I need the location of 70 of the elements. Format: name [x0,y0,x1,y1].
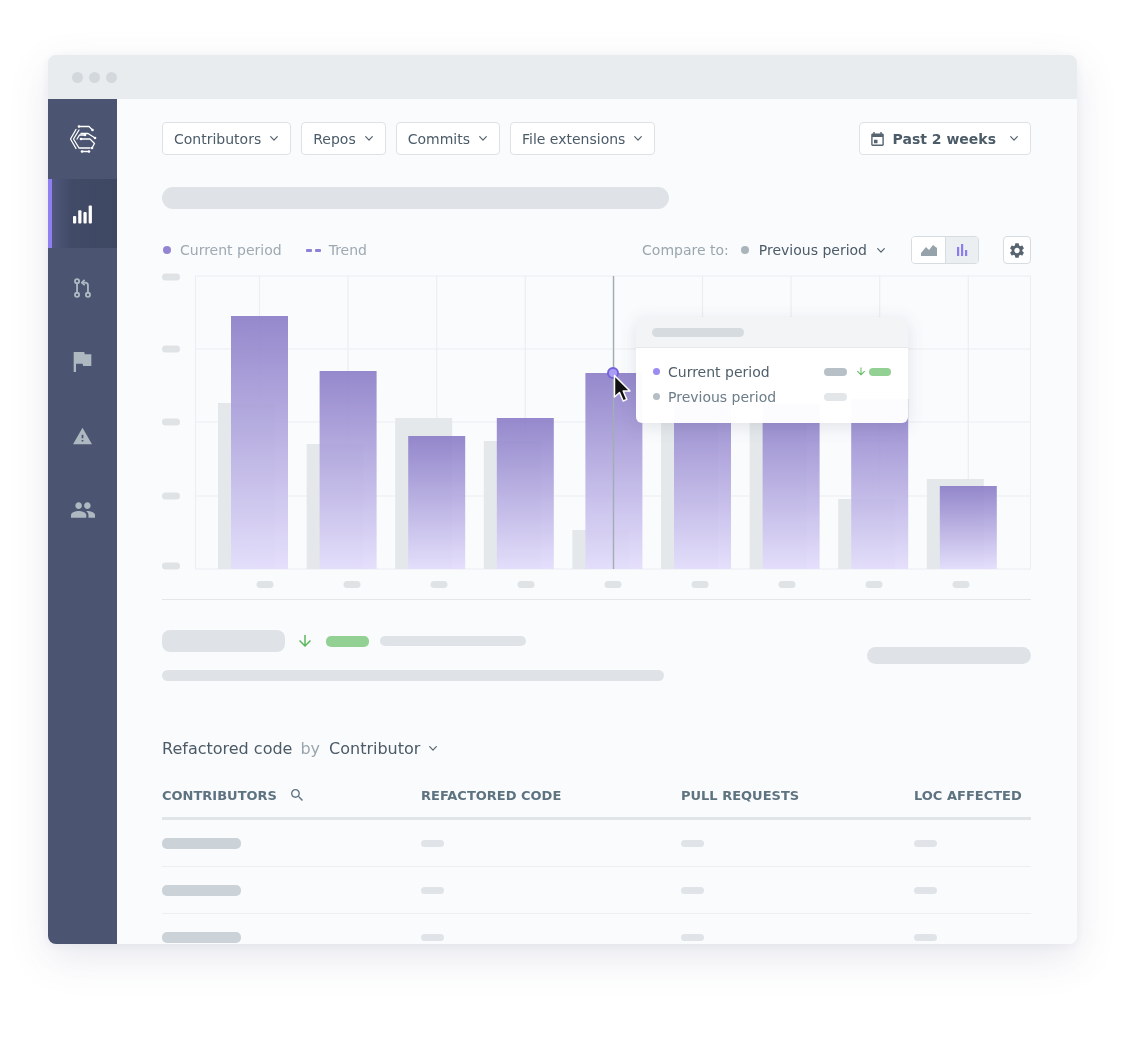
sidebar-item[interactable] [48,179,117,248]
compare-dropdown[interactable]: Previous period [758,242,885,258]
chevron-down-icon [364,136,373,141]
group-by-dropdown[interactable]: Contributor [329,738,438,758]
column-header: LOC AFFECTED [914,787,1022,803]
cell-placeholder [914,839,937,847]
axis-label-placeholder [865,581,883,588]
series-dot-icon [740,246,749,254]
legend-label: Trend [328,242,367,258]
change-placeholder [326,635,369,647]
legend-dot-icon [163,246,171,254]
cell-placeholder [421,839,444,847]
logo-icon [67,124,98,154]
cell-placeholder [681,933,704,941]
bar-chart-icon [954,244,970,256]
settings-icon [1010,242,1024,258]
column-header: REFACTORED CODE [421,787,562,803]
section-title: Refactored code [162,738,293,758]
axis-label-placeholder [256,581,274,588]
axis-label-placeholder [604,581,622,588]
axis-label-placeholder [162,418,180,426]
change-placeholder [869,367,891,376]
search-icon[interactable] [290,789,303,801]
chevron-down-icon [634,136,643,141]
pull-request-icon [73,277,92,298]
calendar-icon [870,131,884,146]
legend-dash-icon [305,248,321,252]
axis-label-placeholder [778,581,796,588]
filter-dropdown[interactable]: Contributors [162,122,292,155]
chevron-down-icon [429,745,438,751]
pointer-cursor-icon [613,374,632,403]
chevron-down-icon [1010,136,1018,141]
axis-label-placeholder [343,581,361,588]
data-point-icon [607,367,619,379]
axis-label-placeholder [162,562,180,570]
filter-dropdown[interactable]: Repos [301,122,386,155]
filter-dropdown[interactable]: Commits [395,122,500,155]
cell-placeholder [681,839,704,847]
cell-placeholder [914,933,937,941]
cell-placeholder [681,886,704,894]
compare-label: Compare to: [642,242,729,258]
chevron-down-icon [877,247,885,253]
axis-label-placeholder [691,581,709,588]
bar-chart-icon [73,203,92,224]
column-header: PULL REQUESTS [681,787,800,803]
chevron-down-icon [479,136,487,141]
tooltip-label: Previous period [668,388,777,405]
axis-label-placeholder [162,273,180,281]
filter-dropdown[interactable]: File extensions [510,122,656,155]
value-placeholder [824,367,847,376]
flag-icon [73,351,92,372]
cell-placeholder [421,933,444,941]
chevron-down-icon [270,136,279,141]
cell-placeholder [421,886,444,894]
people-icon [70,501,95,518]
cell-placeholder [914,886,937,894]
warning-icon [73,425,92,446]
axis-label-placeholder [162,345,180,353]
settings-button[interactable] [1003,236,1031,264]
area-chart-icon [920,244,937,256]
connector-text: by [300,738,321,758]
tooltip-label: Current period [668,363,770,380]
axis-label-placeholder [162,492,180,500]
view-toggle-button[interactable] [945,237,978,263]
date-range-dropdown[interactable]: Past 2 weeks [858,122,1031,155]
axis-label-placeholder [517,581,535,588]
axis-label-placeholder [952,581,970,588]
axis-label-placeholder [430,581,448,588]
legend-label: Current period [180,242,282,258]
column-header: CONTRIBUTORS [162,787,277,803]
